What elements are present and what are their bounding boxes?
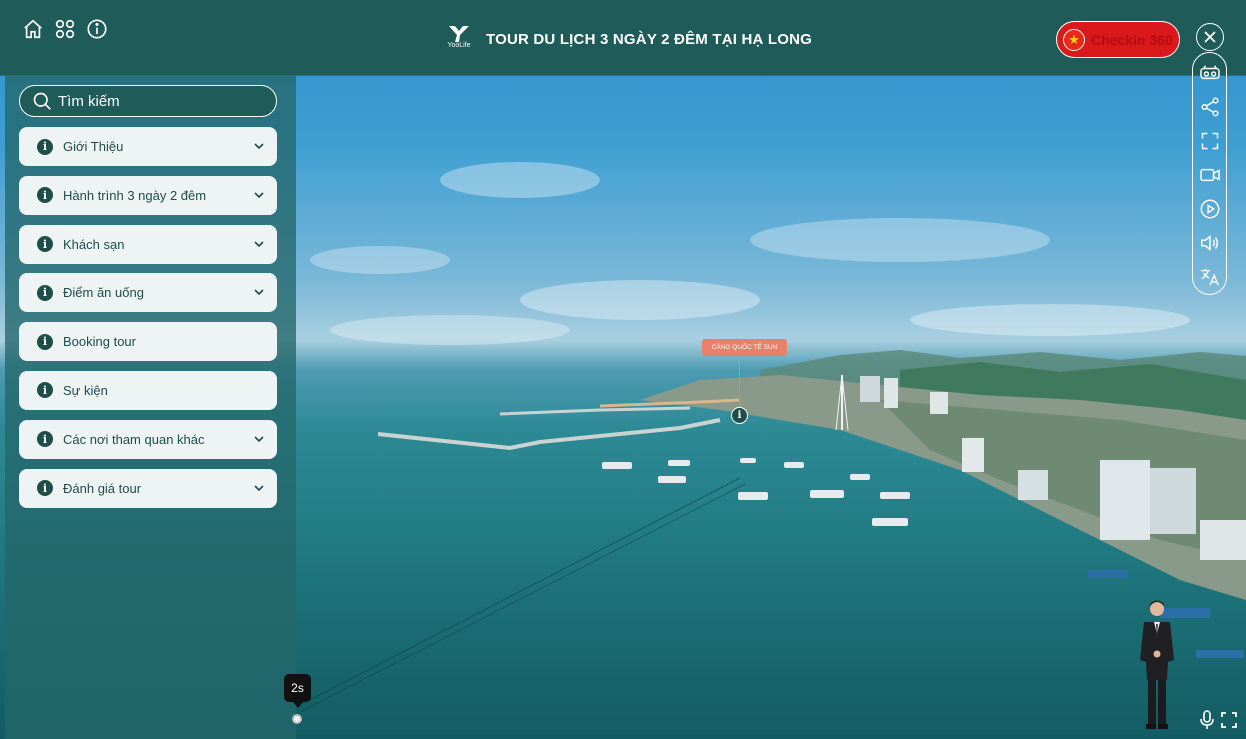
chevron-down-icon xyxy=(254,289,264,296)
info-icon: i xyxy=(37,480,53,497)
virtual-presenter[interactable] xyxy=(1134,598,1180,732)
hotspot-label[interactable]: CẢNG QUỐC TẾ SUN xyxy=(702,339,787,356)
menu-item-label: Các nơi tham quan khác xyxy=(63,431,205,447)
yoolife-logo: YooLife xyxy=(444,24,474,54)
home-icon[interactable] xyxy=(22,18,44,40)
top-left-toolbar xyxy=(22,18,108,40)
info-icon: i xyxy=(37,431,53,448)
menu-item-noi-tham-quan[interactable]: i Các nơi tham quan khác xyxy=(19,419,277,459)
close-icon xyxy=(1204,31,1216,43)
video-icon[interactable] xyxy=(1198,163,1222,187)
microphone-icon[interactable] xyxy=(1198,710,1216,730)
menu-item-diem-an-uong[interactable]: i Điểm ăn uống xyxy=(19,273,277,313)
hotspot-line xyxy=(739,356,740,408)
menu-item-label: Điểm ăn uống xyxy=(63,285,144,301)
checkin-label: Checkin 360 xyxy=(1091,31,1173,48)
vr-glasses-icon[interactable] xyxy=(1198,61,1222,85)
info-icon: i xyxy=(37,138,53,155)
page-title: TOUR DU LỊCH 3 NGÀY 2 ĐÊM TẠI HẠ LONG xyxy=(486,30,813,48)
search-icon xyxy=(33,92,51,110)
chevron-down-icon xyxy=(254,192,264,198)
menu-item-label: Booking tour xyxy=(63,334,136,350)
search-input[interactable] xyxy=(58,92,258,110)
right-toolbar xyxy=(1192,52,1227,295)
translate-icon[interactable] xyxy=(1198,265,1222,289)
menu-item-danh-gia-tour[interactable]: i Đánh giá tour xyxy=(19,468,277,508)
volume-icon[interactable] xyxy=(1198,231,1222,255)
expand-icon[interactable] xyxy=(1220,710,1238,730)
close-button[interactable] xyxy=(1196,23,1224,51)
share-icon[interactable] xyxy=(1198,95,1222,119)
chevron-down-icon xyxy=(254,436,264,442)
sidebar: i Giới Thiệu i Hành trình 3 ngày 2 đêm i… xyxy=(5,76,296,739)
info-icon: i xyxy=(37,236,53,253)
fullscreen-icon[interactable] xyxy=(1198,129,1222,153)
search-box[interactable] xyxy=(19,85,277,117)
menu-item-hanh-trinh[interactable]: i Hành trình 3 ngày 2 đêm xyxy=(19,175,277,215)
info-icon: i xyxy=(37,333,53,350)
autoplay-timer-tooltip: 2s xyxy=(284,674,311,708)
chevron-down-icon xyxy=(254,143,264,150)
checkin-360-button[interactable]: ★ Checkin 360 xyxy=(1056,21,1180,58)
menu-item-khach-san[interactable]: i Khách sạn xyxy=(19,224,277,264)
menu-item-label: Sự kiện xyxy=(63,382,108,398)
star-icon: ★ xyxy=(1063,28,1085,51)
menu-item-label: Hành trình 3 ngày 2 đêm xyxy=(63,187,207,203)
info-icon[interactable] xyxy=(86,18,108,40)
grid-icon[interactable] xyxy=(54,18,76,40)
info-icon: i xyxy=(37,187,53,204)
info-icon: i xyxy=(37,284,53,301)
yoolife-logo-mark xyxy=(449,26,469,42)
menu-item-label: Giới Thiệu xyxy=(63,139,124,154)
chevron-down-icon xyxy=(254,485,264,491)
logo-text: YooLife xyxy=(447,42,471,49)
bottom-right-toolbar xyxy=(1198,710,1238,730)
hotspot-info-icon[interactable]: i xyxy=(731,407,748,424)
menu-item-label: Đánh giá tour xyxy=(63,480,142,496)
play-icon[interactable] xyxy=(1198,197,1222,221)
menu-item-label: Khách sạn xyxy=(63,236,125,252)
menu-item-booking-tour[interactable]: i Booking tour xyxy=(19,322,277,362)
brand: YooLife TOUR DU LỊCH 3 NGÀY 2 ĐÊM TẠI HẠ… xyxy=(444,24,812,54)
chevron-down-icon xyxy=(254,241,264,247)
info-icon: i xyxy=(37,382,53,399)
autoplay-timer-handle[interactable] xyxy=(292,714,302,724)
menu-item-su-kien[interactable]: i Sự kiện xyxy=(19,370,277,410)
menu-item-gioi-thieu[interactable]: i Giới Thiệu xyxy=(19,127,277,166)
top-bar: YooLife TOUR DU LỊCH 3 NGÀY 2 ĐÊM TẠI HẠ… xyxy=(0,0,1246,76)
sidebar-menu: i Giới Thiệu i Hành trình 3 ngày 2 đêm i… xyxy=(19,127,277,517)
